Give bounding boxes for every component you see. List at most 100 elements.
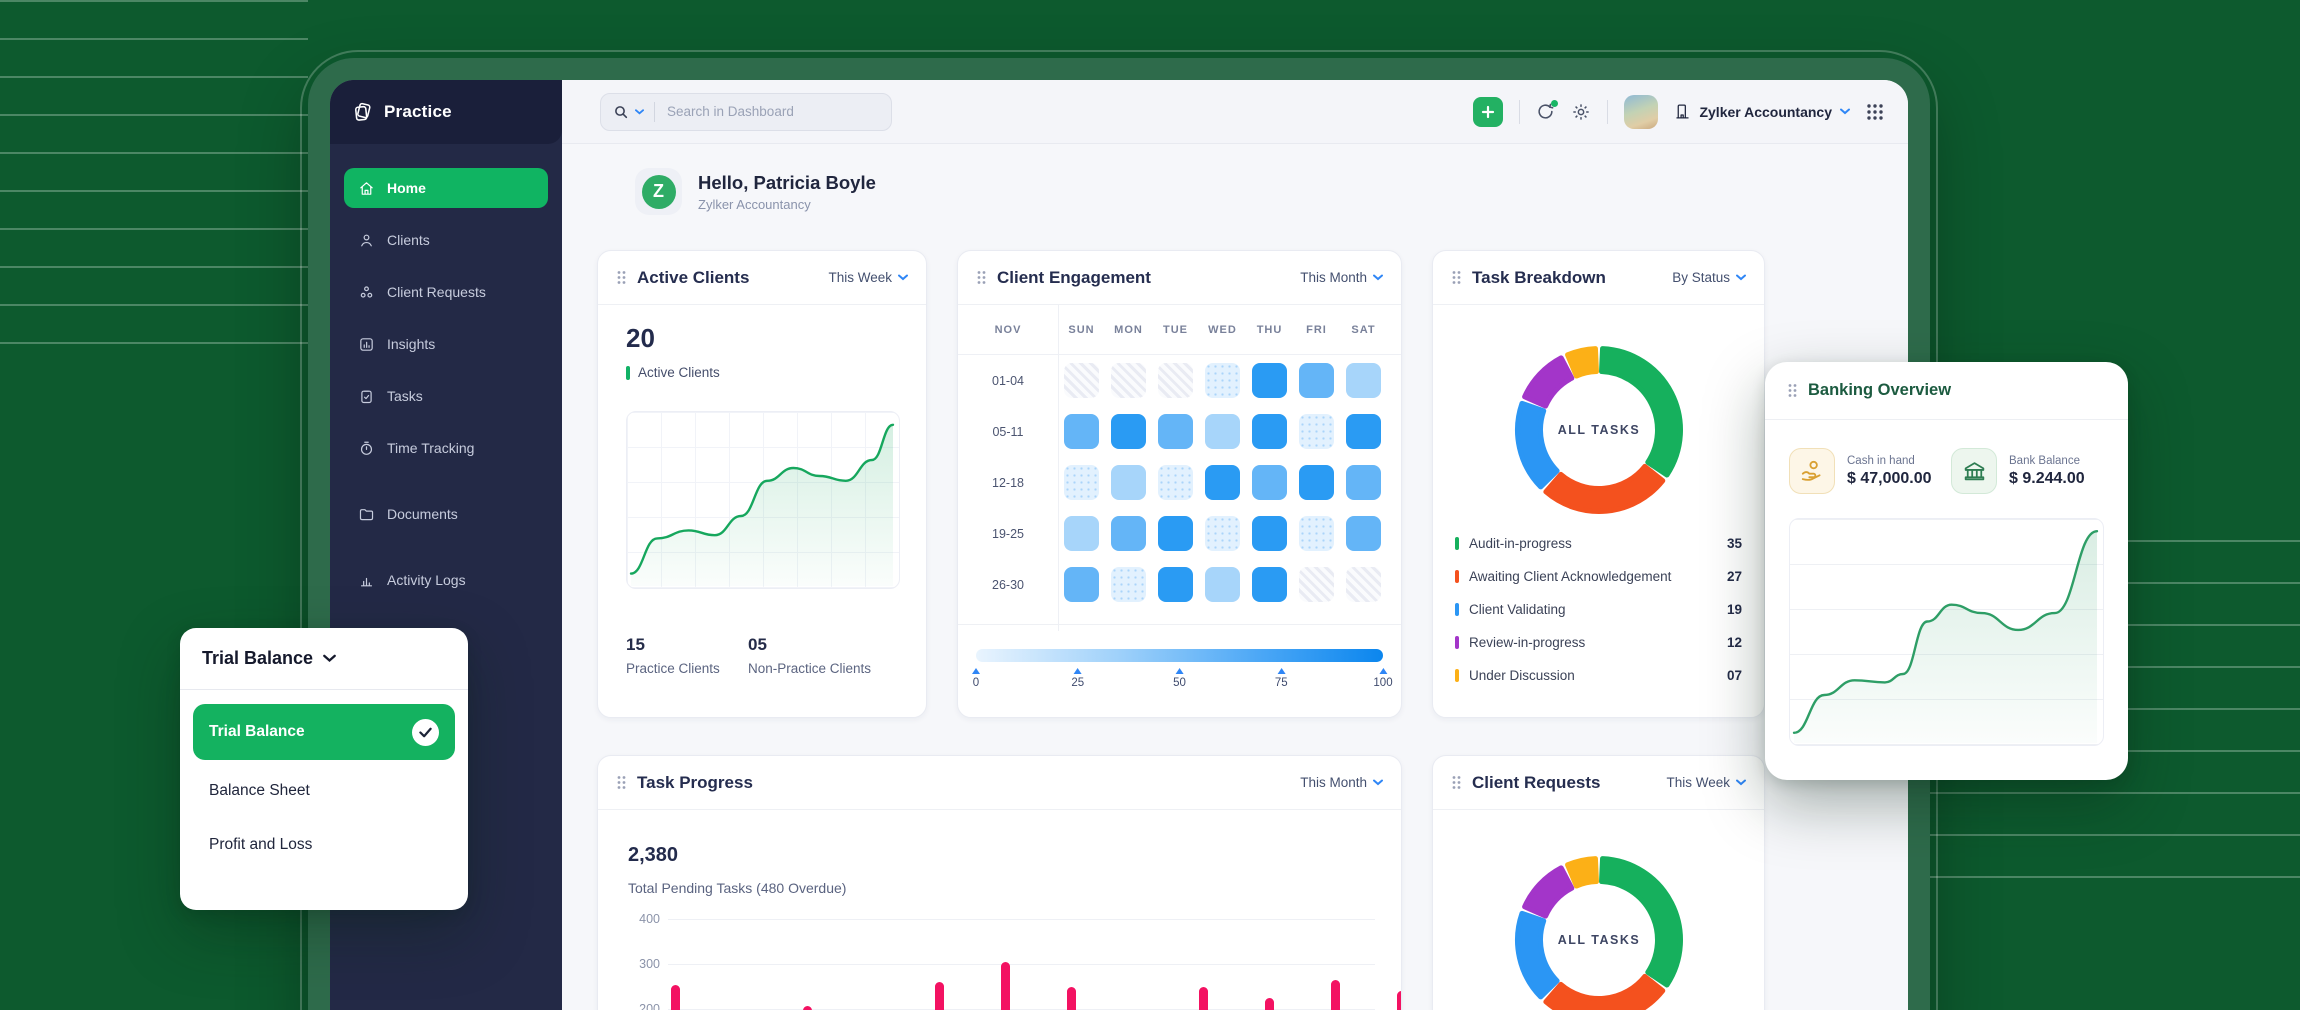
heatmap-cell-level-1 [1299,414,1334,449]
donut-segment [1546,976,1663,1010]
day-label: SAT [1340,324,1387,336]
search-input[interactable] [665,103,835,120]
engagement-heatmap: NOV SUNMONTUEWEDTHUFRISAT 01-0405-1112-1… [958,305,1401,610]
drag-handle-icon[interactable] [1451,775,1462,790]
legend-label: Client Validating [1469,602,1717,617]
sidebar-item-documents[interactable]: Documents [344,494,548,534]
card-title: Client Engagement [997,268,1290,288]
sidebar-item-label: Activity Logs [387,572,466,588]
sidebar-item-insights[interactable]: Insights [344,324,548,364]
report-option-balance-sheet[interactable]: Balance Sheet [193,768,455,814]
heatmap-cell-nodata [1158,363,1193,398]
sidebar-item-label: Clients [387,232,430,248]
sidebar-item-home[interactable]: Home [344,168,548,208]
donut-segment [1568,349,1597,376]
legend-label: Audit-in-progress [1469,536,1717,551]
users-icon [358,284,375,301]
task-bar [1331,980,1340,1010]
sidebar-item-time-tracking[interactable]: Time Tracking [344,428,548,468]
day-label: FRI [1293,324,1340,336]
task-progress-card: Task Progress This Month 2,380 Total Pen… [597,755,1402,1010]
sidebar-item-tasks[interactable]: Tasks [344,376,548,416]
active-clients-filter[interactable]: This Week [828,270,908,285]
trend-line-chart [1790,519,2101,743]
chevron-down-icon [1373,779,1383,786]
report-option-profit-and-loss[interactable]: Profit and Loss [193,822,455,868]
heatmap-cell-level-4 [1158,567,1193,602]
page-background: Practice Home Clients Client Requests Insig… [0,0,2300,1010]
day-label: MON [1105,324,1152,336]
user-avatar[interactable] [1624,95,1658,129]
client-requests-filter[interactable]: This Week [1666,775,1746,790]
refresh-badge [1551,100,1558,107]
brand: Practice [330,80,562,144]
dashboard-content: Z Hello, Patricia Boyle Zylker Accountan… [562,144,1908,1010]
task-breakdown-legend: Audit-in-progress35Awaiting Client Ackno… [1455,527,1742,692]
user-icon [358,232,375,249]
organization-icon [1674,103,1691,120]
search-box[interactable] [600,93,892,131]
legend-row: Under Discussion07 [1455,659,1742,692]
refresh-icon[interactable] [1536,102,1555,121]
bank-balance-stat: Bank Balance $ 9.244.00 [1951,448,2085,494]
drag-handle-icon[interactable] [616,270,627,285]
task-breakdown-filter[interactable]: By Status [1672,270,1746,285]
legend-row: Audit-in-progress35 [1455,527,1742,560]
legend-value: 12 [1727,635,1742,650]
search-scope-chevron-icon[interactable] [635,109,644,115]
bank-icon [1951,448,1997,494]
y-axis-label: 300 [622,957,660,971]
client-requests-donut: ALL TASKS [1504,845,1694,1010]
heatmap-cell-level-4 [1205,465,1240,500]
heatmap-row: 26-30 [958,559,1401,610]
org-switcher[interactable]: Zylker Accountancy [1674,103,1850,120]
report-option-trial-balance[interactable]: Trial Balance [193,704,455,760]
heatmap-cell-level-4 [1111,414,1146,449]
sidebar-item-label: Home [387,180,426,196]
heatmap-cell-level-1 [1299,516,1334,551]
active-clients-chart [626,411,900,589]
task-progress-filter[interactable]: This Month [1300,775,1383,790]
donut-segment [1525,358,1572,406]
report-switcher-trigger[interactable]: Trial Balance [180,628,468,690]
cash-in-hand-icon [1789,448,1835,494]
greeting-title: Hello, Patricia Boyle [698,172,876,194]
heatmap-cell-level-1 [1205,363,1240,398]
day-label: SUN [1058,324,1105,336]
heatmap-cell-nodata [1346,567,1381,602]
client-engagement-filter[interactable]: This Month [1300,270,1383,285]
task-bar [1397,991,1402,1010]
heatmap-cell-level-3 [1299,363,1334,398]
heatmap-cell-level-2 [1346,363,1381,398]
sidebar-item-client-requests[interactable]: Client Requests [344,272,548,312]
drag-handle-icon[interactable] [1451,270,1462,285]
gridline [668,964,1375,965]
insights-icon [358,336,375,353]
sidebar-item-clients[interactable]: Clients [344,220,548,260]
drag-handle-icon[interactable] [976,270,987,285]
report-switcher-popover: Trial Balance Trial Balance Balance Sheet… [180,628,468,910]
drag-handle-icon[interactable] [616,775,627,790]
heatmap-row: 05-11 [958,406,1401,457]
add-button[interactable] [1473,97,1503,127]
cash-in-hand-stat: Cash in hand $ 47,000.00 [1789,448,1932,494]
org-logo-avatar: Z [635,168,682,215]
apps-grid-icon[interactable] [1866,103,1884,121]
donut-center-label: ALL TASKS [1558,423,1640,437]
settings-gear-icon[interactable] [1571,102,1591,122]
heatmap-cell-level-4 [1158,516,1193,551]
heatmap-cell-level-1 [1158,465,1193,500]
day-label: THU [1246,324,1293,336]
report-option-label: Balance Sheet [209,782,310,800]
heatmap-cell-level-1 [1205,516,1240,551]
chevron-down-icon [323,654,336,663]
donut-segment [1602,349,1681,475]
task-bar [1001,962,1010,1010]
sidebar-item-activity-logs[interactable]: Activity Logs [344,560,548,600]
heatmap-cell-level-1 [1064,465,1099,500]
drag-handle-icon[interactable] [1787,383,1798,398]
donut-segment [1546,466,1663,511]
heatmap-cell-level-3 [1064,567,1099,602]
topbar-divider [1607,100,1608,124]
heatmap-cell-level-2 [1205,414,1240,449]
